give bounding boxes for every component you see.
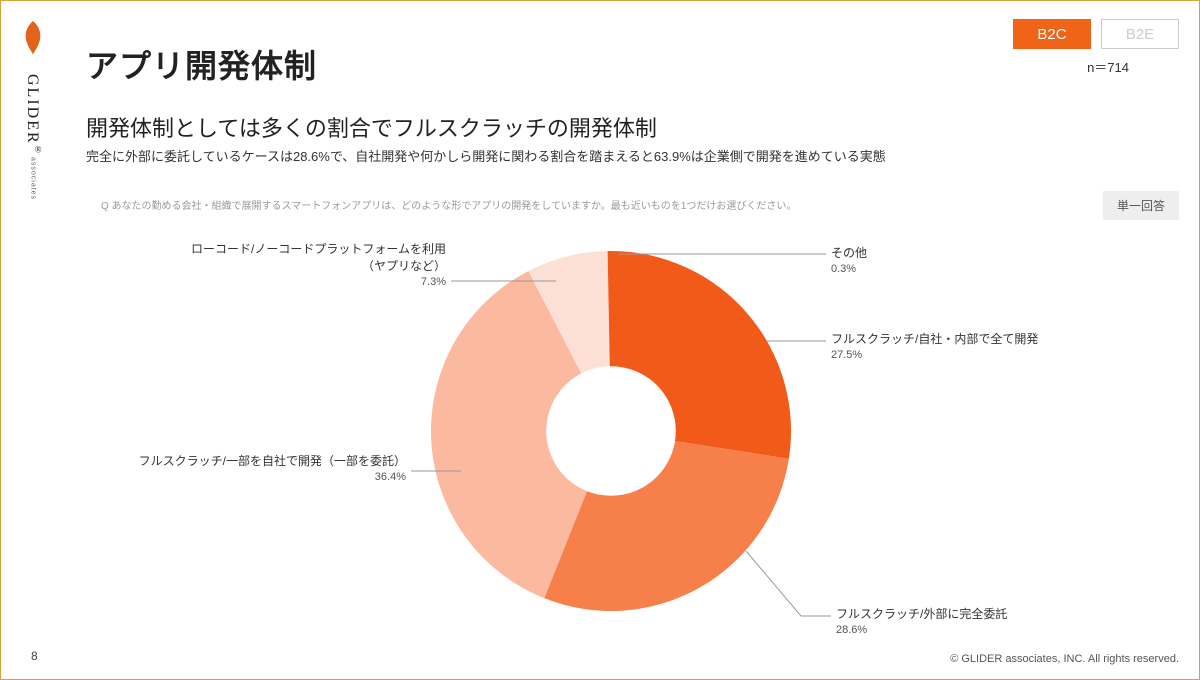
callout-other-pct: 0.3% [831,262,867,277]
page-number: 8 [31,649,38,663]
callout-outsource-name: フルスクラッチ/外部に完全委託 [836,606,1007,623]
brand-name: GLIDER® [23,74,43,157]
callout-lowcode: ローコード/ノーコードプラットフォームを利用 （ヤプリなど） 7.3% [151,241,446,290]
page-title: アプリ開発体制 [86,41,317,87]
page-subtitle: 開発体制としては多くの割合でフルスクラッチの開発体制 [86,111,657,143]
callout-other-name: その他 [831,245,867,262]
callout-partial: フルスクラッチ/一部を自社で開発（一部を委託） 36.4% [121,453,406,485]
callout-lowcode-name2: （ヤプリなど） [151,258,446,275]
chart-area: その他 0.3% フルスクラッチ/自社・内部で全て開発 27.5% フルスクラッ… [1,221,1200,641]
tag-b2c[interactable]: B2C [1013,19,1091,49]
page-description: 完全に外部に委託しているケースは28.6%で、自社開発や何かしら開発に関わる割合… [86,146,886,165]
callout-other: その他 0.3% [831,245,867,277]
donut-chart [431,251,791,611]
callout-outsource-pct: 28.6% [836,623,1007,638]
survey-question: Q あなたの勤める会社・組織で展開するスマートフォンアプリは、どのような形でアプ… [101,197,796,212]
brand-logo-icon [20,19,46,62]
segment-tags: B2C B2E [1013,19,1179,49]
callout-lowcode-name1: ローコード/ノーコードプラットフォームを利用 [151,241,446,258]
callout-outsource: フルスクラッチ/外部に完全委託 28.6% [836,606,1007,638]
copyright: © GLIDER associates, INC. All rights res… [950,653,1179,665]
callout-inhouse: フルスクラッチ/自社・内部で全て開発 27.5% [831,331,1038,363]
tag-b2e[interactable]: B2E [1101,19,1179,49]
sample-size: n＝714 [1087,57,1129,76]
slide: GLIDER® associates アプリ開発体制 開発体制としては多くの割合… [0,0,1200,680]
callout-lowcode-pct: 7.3% [151,275,446,290]
callout-partial-name: フルスクラッチ/一部を自社で開発（一部を委託） [121,453,406,470]
brand-sub: associates [30,157,37,200]
callout-inhouse-pct: 27.5% [831,348,1038,363]
answer-type-badge: 単一回答 [1103,191,1179,220]
callout-partial-pct: 36.4% [121,470,406,485]
callout-inhouse-name: フルスクラッチ/自社・内部で全て開発 [831,331,1038,348]
